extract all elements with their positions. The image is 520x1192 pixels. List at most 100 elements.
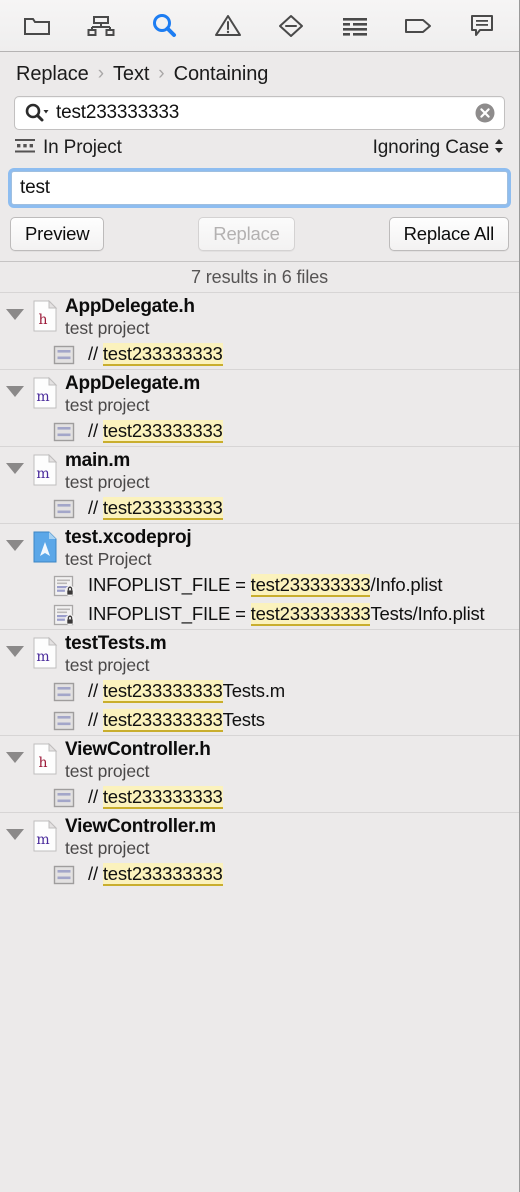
match-prefix: //	[88, 343, 103, 364]
result-file-row[interactable]: h AppDelegate.h test project	[0, 292, 519, 340]
search-field[interactable]: test233333333	[14, 96, 505, 130]
disclosure-triangle-icon[interactable]	[0, 738, 30, 763]
result-file-group: h ViewController.h test project// test2333…	[0, 735, 519, 812]
find-navigator-pane: Replace › Text › Containing test23333333…	[0, 0, 520, 1192]
m-file-icon: m	[30, 815, 60, 852]
result-file-name: AppDelegate.m	[65, 373, 201, 394]
case-option-selector[interactable]: Ignoring Case	[373, 136, 505, 161]
result-file-row[interactable]: m testTests.m test project	[0, 629, 519, 677]
result-file-row[interactable]: m AppDelegate.m test project	[0, 369, 519, 417]
result-match-text: // test233333333	[82, 861, 227, 887]
result-file-row[interactable]: m main.m test project	[0, 446, 519, 494]
result-file-name: AppDelegate.h	[65, 296, 195, 317]
result-match-text: INFOPLIST_FILE = test233333333Tests/Info…	[82, 601, 488, 627]
tag-icon	[403, 15, 433, 37]
disclosure-triangle-icon[interactable]	[0, 295, 30, 320]
minus-diamond-icon	[277, 13, 305, 39]
result-file-subtitle: test project	[65, 472, 150, 492]
m-file-icon: m	[30, 449, 60, 486]
project-navigator-button[interactable]	[16, 9, 58, 43]
breadcrumb-item-containing[interactable]: Containing	[174, 63, 269, 86]
clear-circle-icon[interactable]	[474, 102, 496, 124]
debug-navigator-button[interactable]	[334, 9, 376, 43]
result-match-text: // test233333333	[82, 341, 227, 367]
match-suffix: /Info.plist	[370, 574, 443, 595]
results-summary-text: 7 results in 6 files	[190, 266, 329, 287]
result-match-row[interactable]: INFOPLIST_FILE = test233333333/Info.plis…	[0, 571, 519, 600]
text-lines-icon	[48, 707, 82, 732]
result-file-subtitle: test project	[65, 655, 150, 675]
match-highlight: test233333333	[102, 863, 223, 886]
h-file-icon: h	[30, 295, 60, 332]
disclosure-triangle-icon[interactable]	[0, 632, 30, 657]
match-prefix: //	[88, 863, 103, 884]
result-file-name: ViewController.m	[65, 816, 216, 837]
match-suffix: Tests	[222, 709, 265, 730]
breadcrumb-item-replace[interactable]: Replace	[16, 63, 89, 86]
result-file-subtitle: test project	[65, 761, 150, 781]
result-match-text: // test233333333	[82, 418, 227, 444]
replace-button: Replace	[198, 217, 295, 251]
result-match-row[interactable]: // test233333333Tests	[0, 706, 519, 735]
scope-label: In Project	[43, 137, 122, 158]
magnifier-dropdown-icon[interactable]	[24, 102, 50, 124]
breakpoint-navigator-button[interactable]	[397, 9, 439, 43]
result-match-row[interactable]: // test233333333	[0, 860, 519, 889]
symbol-navigator-button[interactable]	[80, 9, 122, 43]
result-match-text: // test233333333	[82, 495, 227, 521]
updown-chevron-icon	[493, 136, 505, 161]
preview-button[interactable]: Preview	[10, 217, 105, 251]
disclosure-triangle-icon[interactable]	[0, 526, 30, 551]
disclosure-triangle-icon[interactable]	[0, 449, 30, 474]
result-match-row[interactable]: // test233333333Tests.m	[0, 677, 519, 706]
test-navigator-button[interactable]	[270, 9, 312, 43]
scope-selector[interactable]: In Project	[14, 137, 122, 160]
result-file-row[interactable]: h ViewController.h test project	[0, 735, 519, 783]
issue-navigator-button[interactable]	[207, 9, 249, 43]
match-highlight: test233333333	[102, 680, 223, 703]
result-file-name: ViewController.h	[65, 739, 211, 760]
replace-all-button[interactable]: Replace All	[388, 217, 509, 251]
svg-text:h: h	[38, 312, 47, 328]
result-file-group: m main.m test project// test233333333	[0, 446, 519, 523]
result-match-row[interactable]: INFOPLIST_FILE = test233333333Tests/Info…	[0, 600, 519, 629]
xcodeproj-icon	[30, 526, 60, 563]
warning-triangle-icon	[214, 13, 242, 39]
result-match-row[interactable]: // test233333333	[0, 494, 519, 523]
breadcrumb-item-text[interactable]: Text	[113, 63, 149, 86]
report-navigator-button[interactable]	[461, 9, 503, 43]
results-list[interactable]: h AppDelegate.h test project// test2333333…	[0, 292, 519, 1192]
search-icon	[150, 12, 178, 40]
svg-text:m: m	[36, 466, 49, 482]
search-input[interactable]: test233333333	[56, 102, 474, 124]
match-suffix: Tests.m	[222, 680, 286, 701]
result-file-meta: test.xcodeproj test Project	[60, 526, 192, 570]
result-file-meta: ViewController.m test project	[60, 815, 216, 859]
folder-icon	[23, 14, 51, 38]
action-button-row: Preview Replace Replace All	[0, 208, 519, 261]
search-row: test233333333	[0, 96, 519, 130]
m-file-icon: m	[30, 632, 60, 669]
match-highlight: test233333333	[102, 497, 223, 520]
text-lines-icon	[48, 341, 82, 366]
replace-input[interactable]: test	[20, 177, 50, 199]
match-prefix: //	[88, 786, 103, 807]
find-navigator-button[interactable]	[143, 9, 185, 43]
list-lines-icon	[341, 14, 369, 38]
scope-row: In Project Ignoring Case	[0, 130, 519, 166]
result-file-meta: testTests.m test project	[60, 632, 167, 676]
result-match-row[interactable]: // test233333333	[0, 340, 519, 369]
result-file-name: test.xcodeproj	[65, 527, 192, 548]
result-match-row[interactable]: // test233333333	[0, 783, 519, 812]
vertical-scrollbar[interactable]	[514, 52, 519, 1192]
result-match-row[interactable]: // test233333333	[0, 417, 519, 446]
hierarchy-icon	[87, 14, 115, 38]
svg-text:m: m	[36, 389, 49, 405]
result-file-row[interactable]: test.xcodeproj test Project	[0, 523, 519, 571]
result-file-row[interactable]: m ViewController.m test project	[0, 812, 519, 860]
match-prefix: //	[88, 680, 103, 701]
svg-text:h: h	[38, 755, 47, 771]
disclosure-triangle-icon[interactable]	[0, 372, 30, 397]
replace-field[interactable]: test	[11, 171, 508, 205]
disclosure-triangle-icon[interactable]	[0, 815, 30, 840]
